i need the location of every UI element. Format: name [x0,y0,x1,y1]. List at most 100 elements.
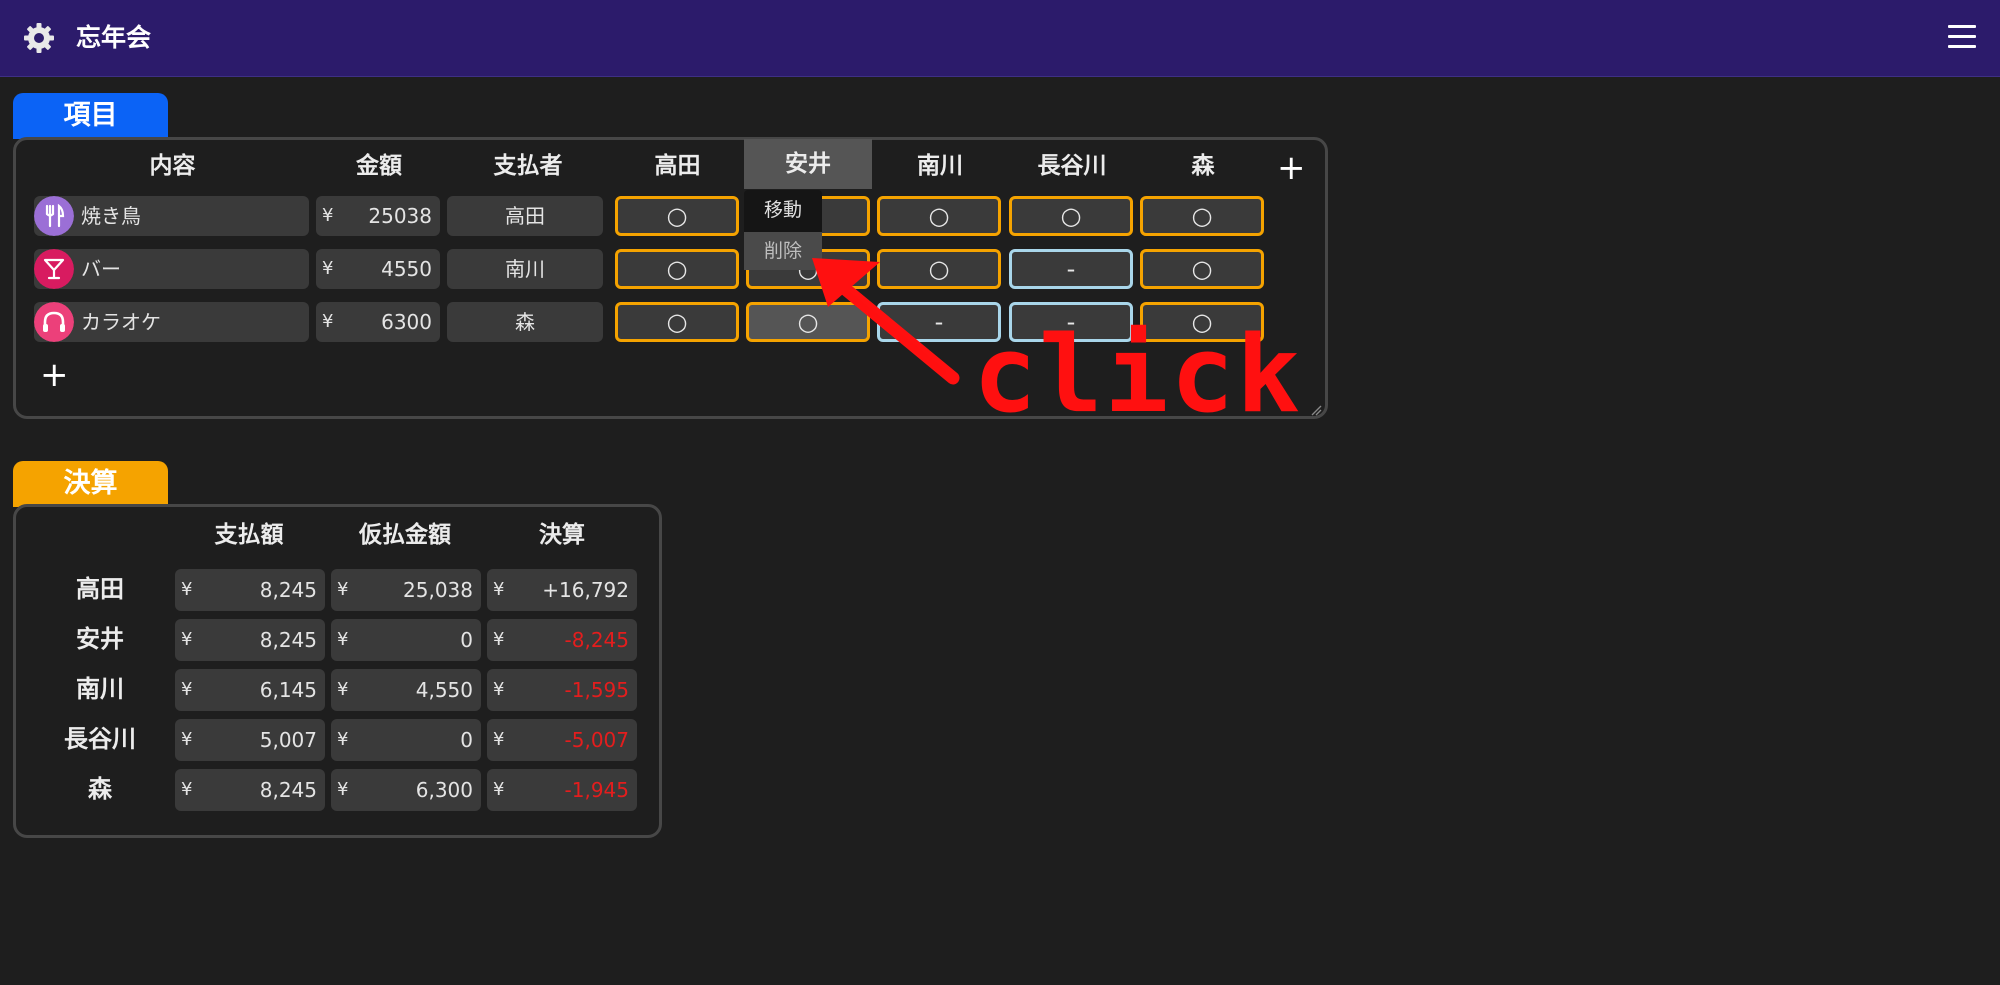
share-toggle[interactable]: ○ [1140,196,1264,236]
advance-amount-field: ¥0 [331,619,481,661]
advance-amount: 0 [460,728,473,752]
item-name-field[interactable] [34,302,309,342]
settlement-member-name: 安井 [76,625,124,653]
column-header-content: 内容 [149,153,196,179]
currency-symbol: ¥ [493,779,505,800]
currency-symbol: ¥ [181,629,193,650]
currency-symbol: ¥ [493,679,505,700]
advance-amount-field: ¥25,038 [331,569,481,611]
paid-amount-field: ¥6,145 [175,669,325,711]
currency-symbol: ¥ [322,311,334,332]
advance-amount: 25,038 [403,578,473,602]
balance-amount: +16,792 [542,578,629,602]
advance-amount-field: ¥6,300 [331,769,481,811]
paid-amount: 6,145 [259,678,317,702]
paid-amount-field: ¥5,007 [175,719,325,761]
balance-amount: -5,007 [564,728,629,752]
advance-amount-field: ¥4,550 [331,669,481,711]
column-header-balance: 決算 [539,522,585,548]
share-toggle[interactable]: ○ [1140,249,1264,289]
currency-symbol: ¥ [337,779,349,800]
currency-symbol: ¥ [181,579,193,600]
share-toggle[interactable]: ○ [746,302,870,342]
share-toggle[interactable]: ○ [615,249,739,289]
hamburger-menu-icon[interactable] [1948,25,1976,51]
item-name-field[interactable] [34,196,309,236]
share-toggle[interactable]: ○ [615,196,739,236]
paid-amount: 8,245 [259,578,317,602]
item-amount-field[interactable]: ¥ 4550 [316,249,440,289]
advance-amount: 6,300 [415,778,473,802]
currency-symbol: ¥ [181,729,193,750]
item-amount-field[interactable]: ¥ 6300 [316,302,440,342]
paid-amount: 5,007 [259,728,317,752]
share-toggle[interactable]: ○ [615,302,739,342]
settlement-member-name: 高田 [76,575,124,603]
resize-handle-icon[interactable] [1310,404,1322,416]
context-menu-delete[interactable]: 削除 [744,232,822,270]
paid-amount-field: ¥8,245 [175,769,325,811]
member-context-menu: 移動 削除 [744,190,822,270]
item-name-field[interactable] [34,249,309,289]
add-item-button[interactable]: + [40,358,69,392]
item-payer-select[interactable]: 森 [447,302,603,342]
balance-amount-field: ¥ -5,007 [487,719,637,761]
currency-symbol: ¥ [337,629,349,650]
column-header-amount: 金額 [356,153,402,179]
column-header-advance: 仮払金額 [359,522,451,548]
item-amount: 6300 [381,310,432,334]
advance-amount-field: ¥0 [331,719,481,761]
advance-amount: 4,550 [415,678,473,702]
balance-amount-field: ¥ -1,945 [487,769,637,811]
item-payer-select[interactable]: 南川 [447,249,603,289]
add-member-button[interactable]: + [1277,151,1306,185]
paid-amount-field: ¥8,245 [175,569,325,611]
gear-icon[interactable] [21,20,57,56]
member-header-takada[interactable]: 高田 [615,141,740,191]
balance-amount: -1,945 [564,778,629,802]
share-toggle[interactable]: ○ [877,196,1001,236]
currency-symbol: ¥ [493,579,505,600]
item-name-label: 焼き鳥 [81,204,141,228]
items-section-tab: 項目 [13,93,168,139]
item-name-label: バー [81,257,121,281]
member-header-yasui[interactable]: 安井 [744,139,872,189]
item-payer-select[interactable]: 高田 [447,196,603,236]
settlement-member-name: 森 [88,775,112,803]
currency-symbol: ¥ [322,258,334,279]
cocktail-icon [34,249,74,289]
currency-symbol: ¥ [493,629,505,650]
item-name-label: カラオケ [81,310,161,334]
advance-amount: 0 [460,628,473,652]
balance-amount: -8,245 [564,628,629,652]
fork-knife-icon [34,196,74,236]
currency-symbol: ¥ [337,579,349,600]
member-header-mori[interactable]: 森 [1140,141,1266,191]
click-annotation: click [973,313,1303,436]
top-bar: 忘年会 [0,0,2000,77]
paid-amount-field: ¥8,245 [175,619,325,661]
settlement-member-name: 南川 [76,675,124,703]
item-amount-field[interactable]: ¥ 25038 [316,196,440,236]
balance-amount-field: ¥ -1,595 [487,669,637,711]
share-toggle[interactable]: - [1009,249,1133,289]
currency-symbol: ¥ [181,679,193,700]
balance-amount: -1,595 [564,678,629,702]
column-header-payer: 支払者 [493,153,563,179]
paid-amount: 8,245 [259,778,317,802]
settlement-member-name: 長谷川 [64,725,136,753]
currency-symbol: ¥ [322,205,334,226]
context-menu-move[interactable]: 移動 [744,191,822,229]
currency-symbol: ¥ [337,729,349,750]
column-header-paid: 支払額 [214,522,284,548]
headphones-icon [34,302,74,342]
currency-symbol: ¥ [181,779,193,800]
member-header-hasegawa[interactable]: 長谷川 [1008,141,1136,191]
member-header-minamikawa[interactable]: 南川 [876,141,1004,191]
share-toggle[interactable]: ○ [877,249,1001,289]
item-amount: 4550 [381,257,432,281]
currency-symbol: ¥ [337,679,349,700]
share-toggle[interactable]: ○ [1009,196,1133,236]
item-amount: 25038 [368,204,432,228]
settlement-section-tab: 決算 [13,461,168,507]
